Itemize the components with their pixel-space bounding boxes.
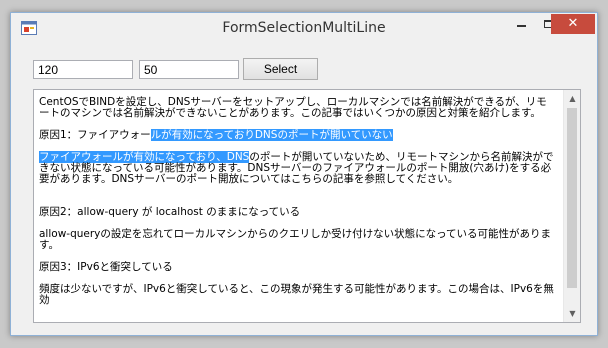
- selection-length-input[interactable]: [139, 60, 239, 79]
- main-window: FormSelectionMultiLine ✕ Select CentOSでB…: [10, 12, 598, 336]
- minimize-button[interactable]: [508, 14, 535, 34]
- minimize-icon: [517, 24, 526, 27]
- paragraph-cause3-body: 頻度は少ないですが、IPv6と衝突していると、この現象が発生する可能性があります…: [39, 283, 554, 306]
- multiline-textbox[interactable]: CentOSでBINDを設定し、DNSサーバーをセットアップし、ローカルマシンで…: [33, 89, 581, 323]
- paragraph-cause1-body: ファイアウォールが有効になっており、DNSのポートが開いていないため、リモートマ…: [39, 151, 557, 185]
- cause1-plain-text: 原因1：ファイアウォー: [39, 129, 151, 141]
- paragraph-cause2-body: allow-queryの設定を忘れてローカルマシンからのクエリしか受け付けない状…: [39, 228, 552, 251]
- selection-start-input[interactable]: [33, 60, 133, 79]
- select-button[interactable]: Select: [243, 58, 318, 80]
- paragraph-cause3-heading: 原因3：IPv6と衝突している: [39, 261, 173, 273]
- scroll-up-arrow-icon[interactable]: ▲: [564, 90, 580, 107]
- selected-text: ルが有効になっておりDNSのポートが開いていない: [150, 129, 393, 141]
- form-client-area: Select CentOSでBINDを設定し、DNSサーバーをセットアップし、ロ…: [18, 43, 590, 330]
- scrollbar-thumb[interactable]: [567, 108, 577, 288]
- close-icon: ✕: [567, 16, 579, 31]
- close-button[interactable]: ✕: [551, 14, 595, 34]
- title-bar[interactable]: FormSelectionMultiLine ✕: [11, 13, 597, 41]
- paragraph-cause1-heading: 原因1：ファイアウォールが有効になっておりDNSのポートが開いていない: [39, 129, 557, 141]
- paragraph-intro: CentOSでBINDを設定し、DNSサーバーをセットアップし、ローカルマシンで…: [39, 96, 547, 119]
- scroll-down-arrow-icon[interactable]: ▼: [564, 305, 580, 322]
- textbox-content[interactable]: CentOSでBINDを設定し、DNSサーバーをセットアップし、ローカルマシンで…: [39, 97, 557, 317]
- paragraph-cause2-heading: 原因2：allow-query が localhost のままになっている: [39, 206, 301, 218]
- vertical-scrollbar[interactable]: ▲ ▼: [563, 90, 580, 322]
